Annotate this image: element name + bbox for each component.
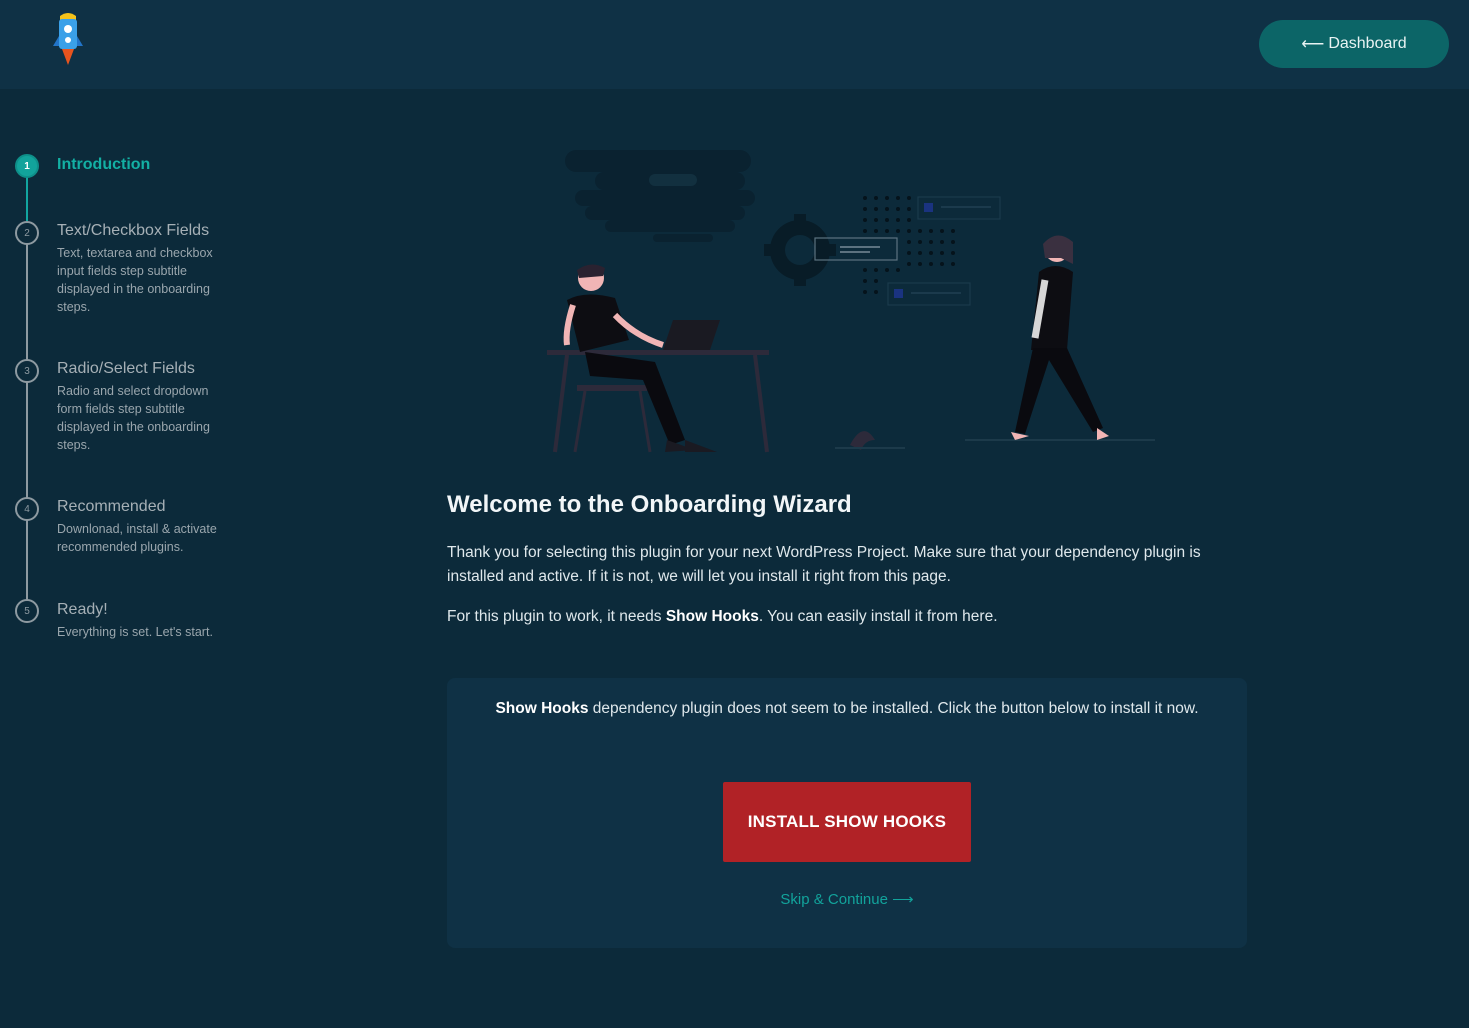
rocket-icon[interactable] (48, 10, 88, 68)
step-connector-active (26, 177, 28, 221)
install-show-hooks-button[interactable]: INSTALL SHOW HOOKS (723, 782, 971, 862)
skip-continue-link[interactable]: Skip & Continue ⟶ (447, 890, 1247, 908)
step-subtitle: Radio and select dropdown form fields st… (57, 384, 210, 452)
intro-text: Thank you for selecting this plugin for … (447, 544, 1201, 585)
install-message: Show Hooks dependency plugin does not se… (447, 700, 1247, 718)
step-number: 1 (15, 154, 39, 178)
step-connector (26, 380, 28, 508)
page-title: Welcome to the Onboarding Wizard (447, 491, 852, 518)
arrow-left-icon: ⟵ (1301, 36, 1325, 53)
step-title: Text/Checkbox Fields (57, 222, 210, 239)
step-number: 4 (15, 497, 39, 521)
step-title: Radio/Select Fields (57, 360, 195, 377)
dashboard-button[interactable]: ⟵ Dashboard (1259, 20, 1449, 68)
step-connector (26, 242, 28, 370)
step-subtitle: Text, textarea and checkbox input fields… (57, 246, 213, 314)
plugin-name: Show Hooks (495, 700, 589, 717)
step-subtitle: Downlonad, install & activate recommende… (57, 522, 217, 554)
dependency-text: For this plugin to work, it needs Show H… (447, 605, 1247, 629)
dependency-text-prefix: For this plugin to work, it needs (447, 608, 666, 625)
install-message-text: dependency plugin does not seem to be in… (588, 700, 1199, 717)
dependency-text-suffix: . You can easily install it from here. (758, 608, 998, 625)
step-connector (26, 518, 28, 610)
step-title: Ready! (57, 601, 108, 618)
top-bar: ⟵ Dashboard (0, 0, 1469, 89)
onboarding-illustration (547, 150, 1155, 453)
install-card: Show Hooks dependency plugin does not se… (447, 678, 1247, 948)
step-title: Recommended (57, 498, 166, 515)
step-title: Introduction (57, 156, 151, 173)
step-number: 5 (15, 599, 39, 623)
dashboard-button-label: Dashboard (1328, 35, 1407, 52)
step-number: 2 (15, 221, 39, 245)
dependency-plugin-name: Show Hooks (665, 608, 759, 625)
step-number: 3 (15, 359, 39, 383)
step-navigation: 1 Introduction 2 Text/Checkbox Fields Te… (0, 140, 260, 660)
step-subtitle: Everything is set. Let's start. (57, 625, 213, 639)
